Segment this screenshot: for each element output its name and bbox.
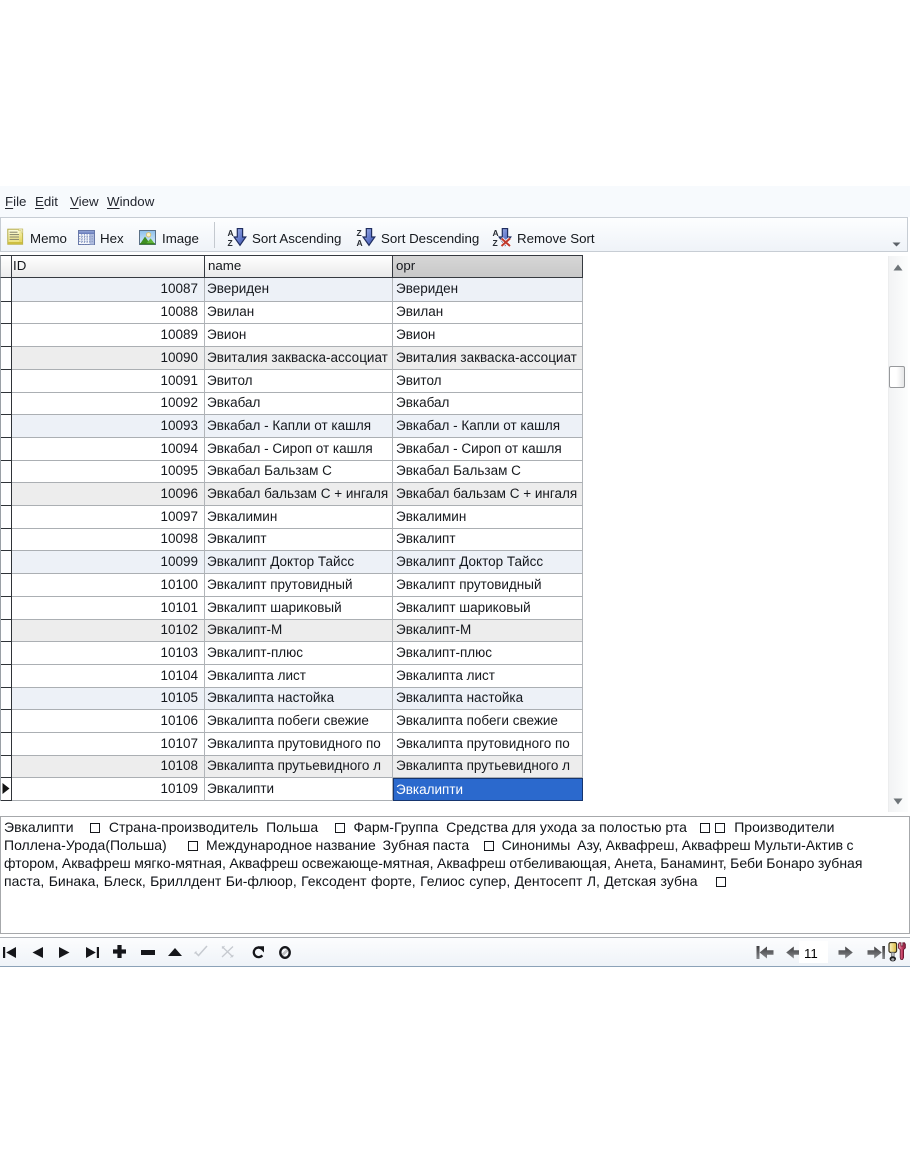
svg-text:Z: Z bbox=[228, 238, 233, 247]
svg-text:A: A bbox=[228, 228, 234, 238]
svg-text:Z: Z bbox=[357, 228, 362, 238]
svg-text:Z: Z bbox=[493, 238, 498, 247]
svg-text:A: A bbox=[357, 238, 363, 247]
svg-text:A: A bbox=[493, 228, 499, 238]
